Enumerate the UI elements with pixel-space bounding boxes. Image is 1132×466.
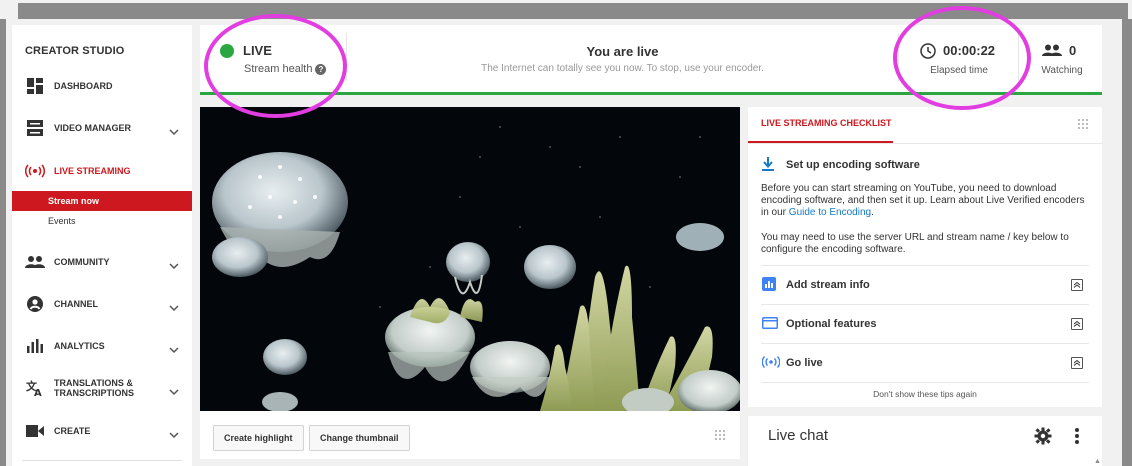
video-panel: Create highlight Change thumbnail <box>200 107 740 459</box>
bar-chart-icon <box>25 337 45 355</box>
tab-checklist[interactable]: LIVE STREAMING CHECKLIST <box>761 118 892 128</box>
camera-icon <box>25 422 45 440</box>
chevron-down-icon[interactable] <box>169 426 179 444</box>
row-divider <box>761 304 1089 305</box>
sidebar-item-label: ANALYTICS <box>54 341 105 351</box>
step-encoding-title: Set up encoding software <box>786 159 920 171</box>
sidebar: CREATOR STUDIO DASHBOARD VIDEO MANAGER L… <box>12 25 192 466</box>
collapse-icon[interactable] <box>1071 318 1083 330</box>
annotation-circle-elapsed-time <box>893 6 1031 110</box>
change-thumbnail-button[interactable]: Change thumbnail <box>309 425 410 451</box>
download-icon <box>762 157 774 176</box>
sidebar-item-live-streaming[interactable]: LIVE STREAMING <box>12 156 192 186</box>
account-icon <box>25 295 45 313</box>
sidebar-item-create[interactable]: CREATE <box>12 416 192 446</box>
translate-icon: 文A <box>25 379 45 397</box>
video-manager-icon <box>25 119 45 137</box>
drag-handle-icon[interactable] <box>1078 118 1090 136</box>
sidebar-item-label: DASHBOARD <box>54 81 113 91</box>
sidebar-item-label: TRANSLATIONS & TRANSCRIPTIONS <box>54 378 134 398</box>
sidebar-item-label: LIVE STREAMING <box>54 166 131 176</box>
sidebar-item-channel[interactable]: CHANNEL <box>12 289 192 319</box>
scroll-up-icon[interactable]: ▲ <box>1094 458 1101 465</box>
gear-icon[interactable] <box>1034 427 1052 450</box>
sidebar-item-community[interactable]: COMMUNITY <box>12 247 192 277</box>
row-divider <box>761 265 1089 266</box>
chevron-down-icon[interactable] <box>169 383 179 401</box>
sidebar-item-translations[interactable]: 文A TRANSLATIONS & TRANSCRIPTIONS <box>12 373 192 403</box>
dont-show-tips-link[interactable]: Don't show these tips again <box>748 389 1102 399</box>
live-chat-title: Live chat <box>768 427 829 444</box>
sidebar-subitem-events[interactable]: Events <box>12 211 192 231</box>
people-icon <box>25 253 45 271</box>
sidebar-item-analytics[interactable]: ANALYTICS <box>12 331 192 361</box>
guide-to-encoding-link[interactable]: Guide to Encoding <box>789 207 871 218</box>
chevron-down-icon[interactable] <box>169 257 179 275</box>
translations-line2: TRANSCRIPTIONS <box>54 388 135 398</box>
watching-count: 0 <box>1069 43 1077 58</box>
create-highlight-button[interactable]: Create highlight <box>213 425 304 451</box>
server-url-instructions: You may need to use the server URL and s… <box>761 232 1069 255</box>
sidebar-item-label: VIDEO MANAGER <box>54 123 132 133</box>
live-streaming-checklist: LIVE STREAMING CHECKLIST Set up encoding… <box>748 107 1102 407</box>
encoding-text-end: . <box>871 207 874 218</box>
video-frame-jellyfish <box>200 107 740 411</box>
chevron-down-icon[interactable] <box>169 123 179 141</box>
step-title: Go live <box>786 357 823 369</box>
sidebar-item-label: COMMUNITY <box>54 257 110 267</box>
more-vert-icon[interactable] <box>1074 427 1080 450</box>
collapse-icon[interactable] <box>1071 279 1083 291</box>
sidebar-item-video-manager[interactable]: VIDEO MANAGER <box>12 113 192 143</box>
encoding-instructions: Before you can start streaming on YouTub… <box>761 183 1091 219</box>
sidebar-item-label: CHANNEL <box>54 299 98 309</box>
tab-divider <box>748 143 1102 144</box>
annotation-circle-live-status <box>204 14 347 118</box>
live-chat-panel: Live chat <box>748 416 1102 466</box>
sidebar-item-label: CREATE <box>54 426 91 436</box>
stream-info-icon <box>762 277 776 296</box>
headline: You are live <box>586 44 659 59</box>
watching-label: Watching <box>1041 65 1083 76</box>
broadcast-icon <box>761 355 781 373</box>
sidebar-subitem-stream-now[interactable]: Stream now <box>12 191 192 211</box>
chevron-down-icon[interactable] <box>169 341 179 359</box>
step-title: Add stream info <box>786 279 870 291</box>
outer-border-right <box>1122 19 1132 466</box>
features-icon <box>762 316 778 334</box>
row-divider <box>761 343 1089 344</box>
sidebar-item-dashboard[interactable]: DASHBOARD <box>12 71 192 101</box>
chevron-down-icon[interactable] <box>169 299 179 317</box>
headline-subtext: The Internet can totally see you now. To… <box>481 63 764 74</box>
collapse-icon[interactable] <box>1071 357 1083 369</box>
svg-text:A: A <box>34 388 42 396</box>
drag-handle-icon[interactable] <box>715 429 727 447</box>
screenshot-frame: CREATOR STUDIO DASHBOARD VIDEO MANAGER L… <box>0 0 1132 466</box>
live-icon <box>25 162 45 180</box>
sidebar-title: CREATOR STUDIO <box>25 45 125 57</box>
row-divider <box>761 382 1089 383</box>
people-icon <box>1042 44 1062 62</box>
dashboard-icon <box>25 77 45 95</box>
step-title: Optional features <box>786 318 877 330</box>
video-preview[interactable] <box>200 107 740 411</box>
translations-line1: TRANSLATIONS & <box>54 378 133 388</box>
sidebar-divider <box>22 460 182 461</box>
